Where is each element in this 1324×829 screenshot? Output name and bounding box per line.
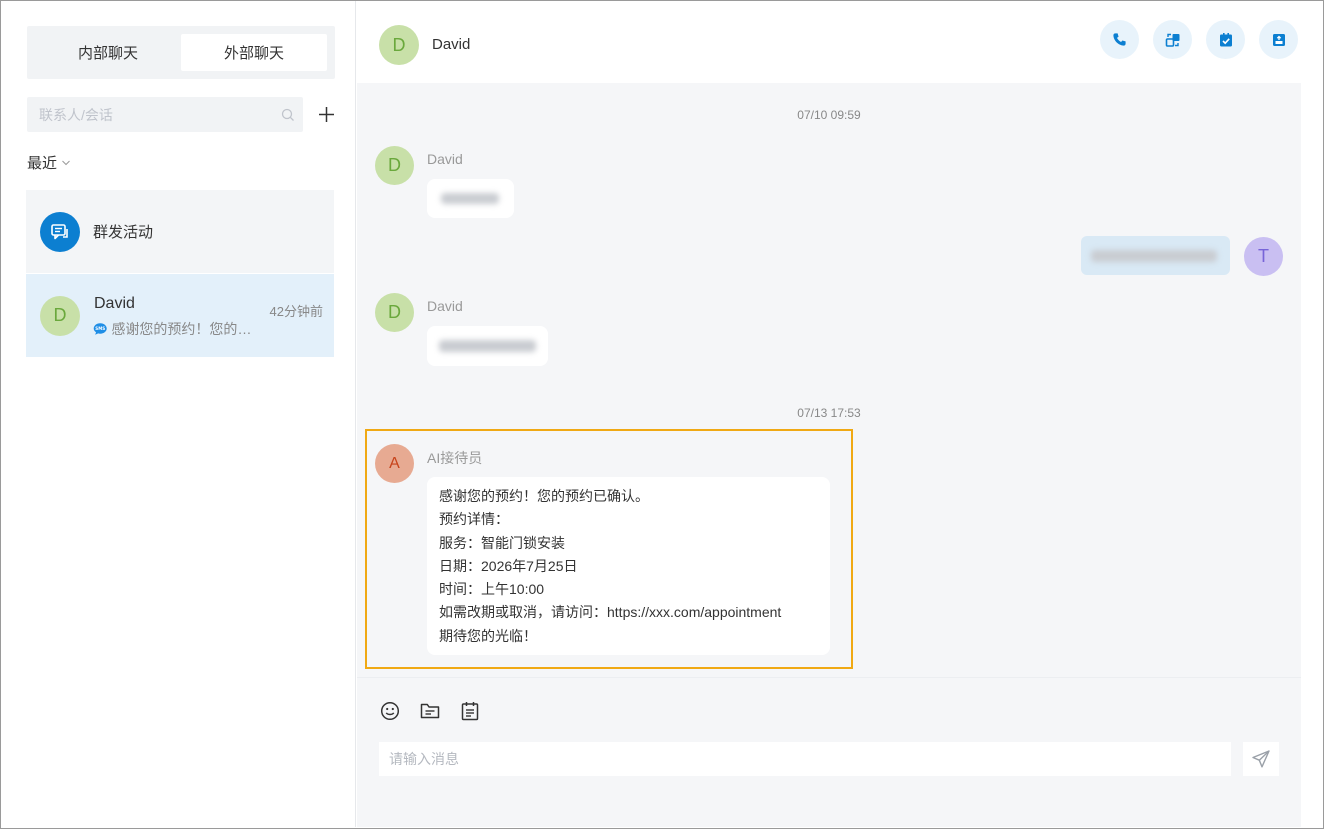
tab-external-chat[interactable]: 外部聊天	[181, 34, 327, 71]
chat-header: D David	[357, 1, 1322, 83]
broadcast-icon	[40, 211, 80, 252]
send-button[interactable]	[1243, 742, 1279, 776]
avatar: T	[1244, 237, 1283, 276]
chat-type-tabs: 内部聊天 外部聊天	[27, 26, 335, 79]
conversation-item-broadcast[interactable]: 群发活动	[26, 190, 334, 273]
tab-internal-chat[interactable]: 内部聊天	[35, 34, 181, 71]
avatar: D	[375, 146, 414, 185]
composer-toolbar	[379, 700, 481, 722]
task-check-icon	[1219, 32, 1232, 46]
message-sender: AI接待员	[427, 450, 483, 466]
archive-icon	[1272, 33, 1285, 46]
conversation-preview: SMS 感谢您的预约！您的预约已确认。	[93, 319, 263, 339]
conversation-sidebar: 内部聊天 外部聊天 最近	[1, 1, 356, 827]
conversation-time: 42分钟前	[269, 303, 323, 319]
transfer-icon	[1165, 33, 1179, 47]
message-composer	[357, 677, 1301, 827]
message-bubble-ai: 感谢您的预约！您的预约已确认。 预约详情： 服务：智能门锁安装 日期：2026年…	[427, 477, 830, 655]
transfer-button[interactable]	[1153, 20, 1192, 59]
message-line: 感谢您的预约！您的预约已确认。	[439, 488, 649, 504]
message-sender: David	[427, 151, 463, 167]
message-timestamp: 07/13 17:53	[797, 406, 861, 420]
message-line: 时间：上午10:00	[439, 581, 545, 598]
send-icon	[1252, 750, 1270, 768]
preview-text: 感谢您的预约！您的预约已确认。	[111, 320, 263, 337]
avatar: A	[375, 444, 414, 483]
phone-icon	[1113, 33, 1126, 46]
task-button[interactable]	[1206, 20, 1245, 59]
right-margin	[1301, 83, 1322, 827]
search-box	[27, 97, 303, 132]
message-line: 服务：智能门锁安装	[439, 534, 565, 551]
folder-icon	[420, 703, 440, 719]
conversation-title: 群发活动	[93, 224, 154, 241]
conversation-body: David 42分钟前 SMS 感谢您的预约！您的预约已确认。	[93, 291, 323, 341]
sms-icon: SMS	[93, 322, 107, 335]
search-input[interactable]	[27, 106, 273, 123]
emoji-icon	[380, 701, 400, 721]
message-bubble-redacted	[427, 326, 548, 366]
svg-text:SMS: SMS	[95, 326, 105, 331]
template-icon	[461, 702, 479, 721]
message-sender: David	[427, 298, 463, 314]
message-list[interactable]: 07/10 09:59 D David T D David 07/13 17:5…	[357, 83, 1301, 677]
recent-filter-label: 最近	[27, 155, 58, 172]
contact-name: David	[432, 36, 471, 53]
message-bubble-outgoing-redacted	[1081, 236, 1230, 275]
message-line: 期待您的光临！	[439, 627, 537, 644]
emoji-button[interactable]	[379, 700, 401, 722]
message-line: 日期：2026年7月25日	[439, 557, 578, 574]
message-line: 预约详情：	[439, 511, 509, 528]
archive-button[interactable]	[1259, 20, 1298, 59]
message-timestamp: 07/10 09:59	[797, 108, 861, 122]
call-button[interactable]	[1100, 20, 1139, 59]
file-button[interactable]	[419, 700, 441, 722]
conversation-name: David	[94, 294, 135, 312]
template-button[interactable]	[459, 700, 481, 722]
conversation-item-david[interactable]: D David 42分钟前 SMS 感谢您的预约！您的预约已确认。	[26, 274, 334, 357]
message-input[interactable]	[379, 742, 1231, 776]
recent-filter-dropdown[interactable]: 最近	[27, 152, 71, 173]
new-conversation-button[interactable]	[313, 101, 339, 127]
avatar: D	[40, 295, 80, 336]
chevron-down-icon	[62, 160, 70, 165]
search-icon[interactable]	[273, 97, 303, 132]
message-bubble-redacted	[427, 179, 514, 218]
avatar: D	[379, 25, 419, 65]
message-line: 如需改期或取消，请访问：https://xxx.com/appointment	[439, 604, 782, 621]
avatar: D	[375, 293, 414, 332]
plus-icon	[318, 106, 334, 122]
header-actions	[1100, 20, 1298, 59]
